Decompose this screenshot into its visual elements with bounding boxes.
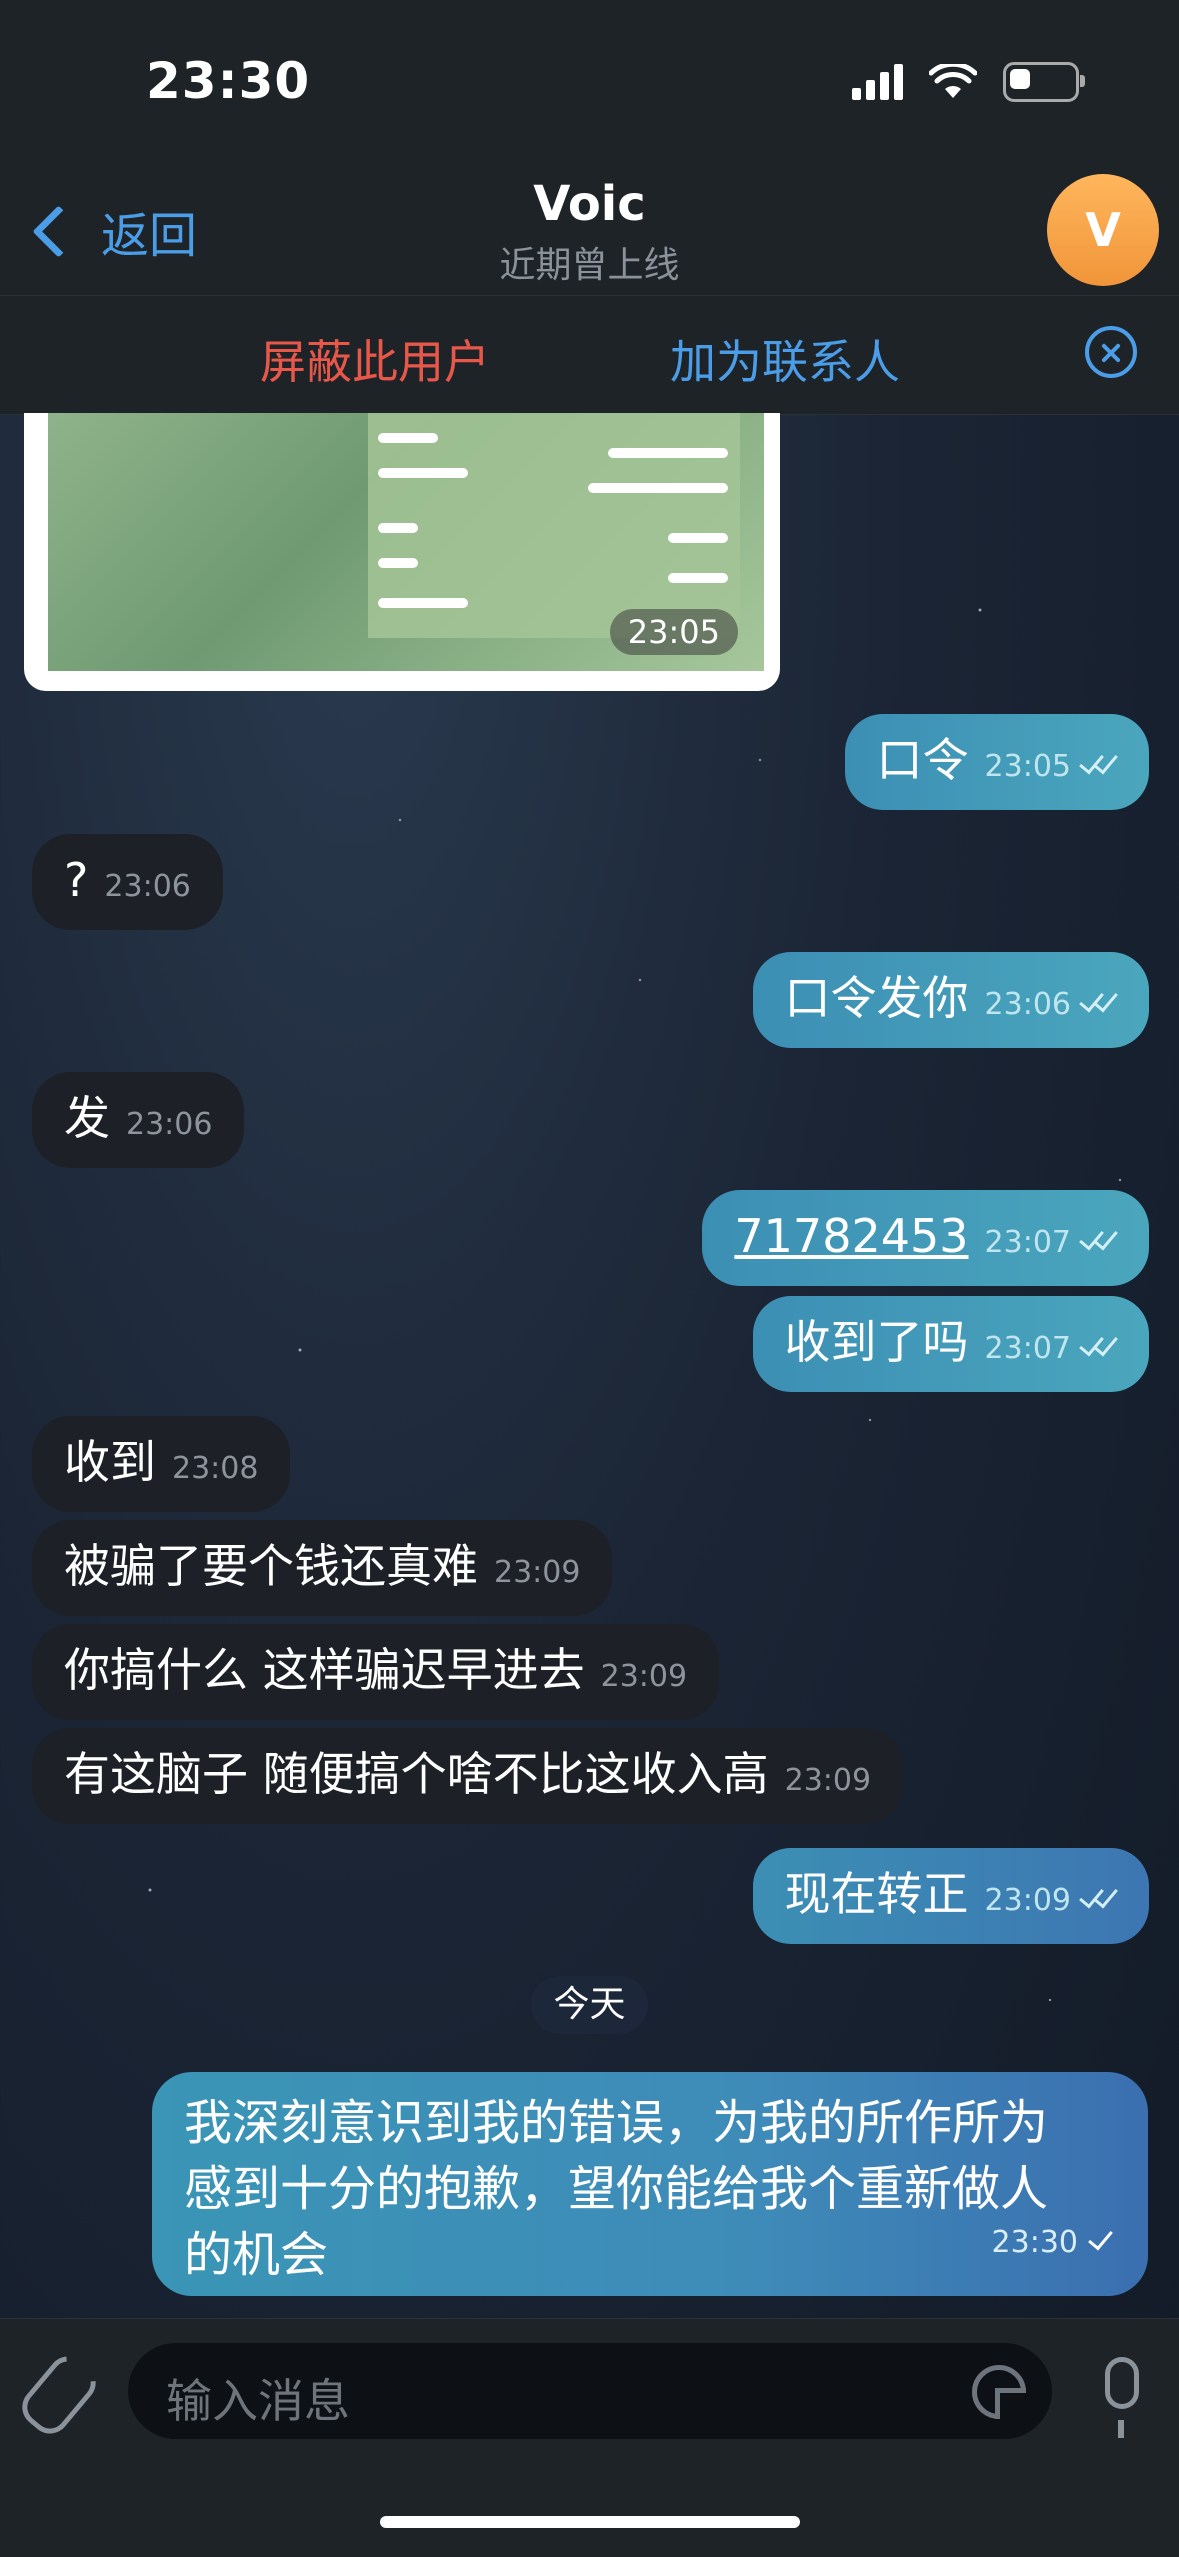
message-text-line: 我深刻意识到我的错误，为我的所作所为 xyxy=(184,2095,1049,2151)
signal-icon xyxy=(852,64,903,100)
image-timestamp: 23:05 xyxy=(609,609,738,655)
message-time: 23:06 xyxy=(984,987,1071,1022)
message-text: 口令 xyxy=(876,733,969,787)
message-in[interactable]: 有这脑子 随便搞个啥不比这收入高 23:09 xyxy=(32,1728,904,1824)
double-check-icon xyxy=(1079,994,1117,1014)
message-input[interactable]: 输入消息 xyxy=(128,2343,1052,2439)
close-icon[interactable] xyxy=(1085,326,1137,378)
add-contact-button[interactable]: 加为联系人 xyxy=(670,326,900,392)
message-text: 现在转正 xyxy=(784,1867,969,1921)
message-time: 23:07 xyxy=(984,1331,1071,1366)
message-time: 23:06 xyxy=(104,869,191,904)
chat-header: 返回 Voic 近期曾上线 V xyxy=(0,170,1179,296)
wifi-icon xyxy=(929,64,977,98)
message-text-line: 感到十分的抱歉，望你能给我个重新做人 xyxy=(184,2161,1049,2217)
message-in[interactable]: 收到 23:08 xyxy=(32,1416,291,1512)
paperclip-icon[interactable] xyxy=(14,2348,104,2442)
double-check-icon xyxy=(1079,756,1117,776)
message-time: 23:30 xyxy=(991,2225,1078,2260)
message-out-long[interactable]: 我深刻意识到我的错误，为我的所作所为 感到十分的抱歉，望你能给我个重新做人 的机… xyxy=(152,2072,1148,2296)
image-message[interactable]: 23:05 xyxy=(24,413,780,691)
sticker-icon[interactable] xyxy=(972,2365,1026,2419)
message-time: 23:09 xyxy=(600,1659,688,1694)
message-time: 23:09 xyxy=(494,1555,581,1590)
double-check-icon xyxy=(1079,1890,1117,1910)
message-in[interactable]: ? 23:06 xyxy=(32,834,223,930)
message-text: 有这脑子 随便搞个啥不比这收入高 xyxy=(64,1747,769,1801)
message-out[interactable]: 现在转正 23:09 xyxy=(752,1848,1149,1944)
message-time: 23:06 xyxy=(126,1107,213,1142)
message-time: 23:07 xyxy=(984,1225,1071,1260)
check-icon xyxy=(1086,2232,1112,2252)
message-time: 23:09 xyxy=(784,1763,872,1798)
home-indicator[interactable] xyxy=(380,2516,800,2528)
message-time: 23:09 xyxy=(984,1883,1071,1918)
message-out[interactable]: 口令发你 23:06 xyxy=(752,952,1149,1048)
message-out[interactable]: 收到了吗 23:07 xyxy=(752,1296,1149,1392)
message-text: 口令发你 xyxy=(784,971,969,1025)
status-icons xyxy=(852,62,1085,102)
message-text-line: 的机会 xyxy=(184,2227,329,2283)
message-link-text[interactable]: 71782453 xyxy=(734,1209,968,1263)
message-text: 发 xyxy=(64,1091,110,1145)
message-time: 23:05 xyxy=(984,749,1071,784)
chat-subtitle: 近期曾上线 xyxy=(499,245,680,286)
message-text: 收到 xyxy=(64,1435,156,1489)
message-in[interactable]: 被骗了要个钱还真难 23:09 xyxy=(32,1520,613,1616)
double-check-icon xyxy=(1079,1232,1117,1252)
contact-action-bar: 屏蔽此用户 加为联系人 xyxy=(0,296,1179,415)
battery-icon xyxy=(1003,62,1085,102)
message-time: 23:08 xyxy=(172,1451,259,1486)
status-bar: 23:30 xyxy=(0,0,1179,170)
message-status: 23:30 xyxy=(992,2210,1112,2276)
message-text: 你搞什么 这样骗迟早进去 xyxy=(64,1643,585,1697)
message-in[interactable]: 你搞什么 这样骗迟早进去 23:09 xyxy=(32,1624,720,1720)
chat-title[interactable]: Voic xyxy=(0,176,1179,232)
avatar[interactable]: V xyxy=(1047,174,1159,286)
double-check-icon xyxy=(1079,1338,1117,1358)
microphone-icon[interactable] xyxy=(1105,2357,1139,2438)
block-user-button[interactable]: 屏蔽此用户 xyxy=(260,326,490,392)
message-text: ? xyxy=(64,853,89,907)
message-text: 收到了吗 xyxy=(784,1315,969,1369)
message-text: 被骗了要个钱还真难 xyxy=(64,1539,478,1593)
date-divider: 今天 xyxy=(531,1976,648,2034)
message-in[interactable]: 发 23:06 xyxy=(32,1072,245,1168)
status-time: 23:30 xyxy=(146,52,311,110)
message-input-placeholder: 输入消息 xyxy=(166,2374,350,2428)
message-out[interactable]: 口令 23:05 xyxy=(844,714,1149,810)
message-out[interactable]: 71782453 23:07 xyxy=(702,1190,1149,1286)
